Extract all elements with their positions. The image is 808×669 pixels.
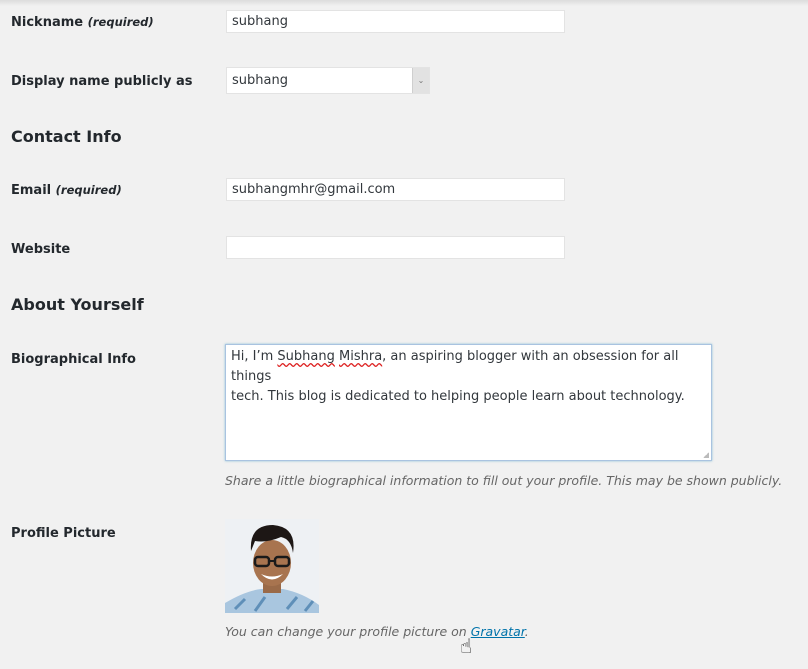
email-input[interactable]: subhangmhr@gmail.com [226,178,565,201]
display-name-select[interactable]: subhang ⌄ [226,67,430,94]
nickname-label-text: Nickname [11,15,84,30]
bio-text-prefix: Hi, I’m [231,349,278,364]
resize-handle-icon[interactable] [703,452,709,458]
misspelled-word: Subhang [277,349,335,364]
bio-line-1: Hi, I’m Subhang Mishra, an aspiring blog… [231,347,706,387]
bio-textarea[interactable]: Hi, I’m Subhang Mishra, an aspiring blog… [225,344,712,461]
website-input[interactable] [226,236,565,259]
description-suffix: . [524,624,529,639]
display-name-selected: subhang [232,73,288,88]
required-indicator: (required) [55,183,122,197]
nickname-label: Nickname (required) [11,15,154,30]
contact-info-heading: Contact Info [11,127,122,146]
chevron-down-icon[interactable]: ⌄ [412,68,429,93]
profile-picture-label: Profile Picture [11,526,116,541]
nickname-input[interactable]: subhang [226,10,565,33]
hand-cursor-icon: ☝ [460,634,473,658]
profile-picture-description: You can change your profile picture on G… [225,624,529,639]
display-name-label: Display name publicly as [11,74,193,89]
gravatar-link[interactable]: Gravatar [471,624,525,639]
misspelled-word: Mishra [339,349,383,364]
top-shade [0,0,808,6]
description-prefix: You can change your profile picture on [225,624,471,639]
profile-photo [225,519,319,613]
email-label-text: Email [11,183,52,198]
bio-line-2: tech. This blog is dedicated to helping … [231,389,685,404]
bio-description: Share a little biographical information … [225,473,783,488]
bio-label: Biographical Info [11,352,136,367]
website-label: Website [11,242,71,257]
required-indicator: (required) [87,15,154,29]
email-label: Email (required) [11,183,122,198]
avatar [225,519,319,613]
about-yourself-heading: About Yourself [11,295,144,314]
